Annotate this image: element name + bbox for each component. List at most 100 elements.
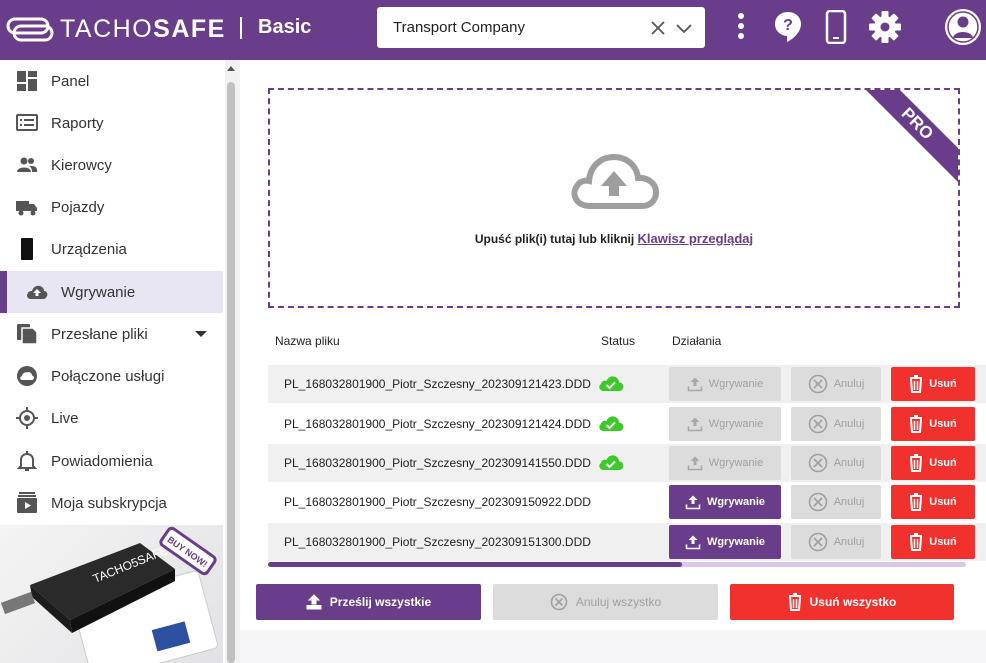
promo-image: TACHO5SAFE BUY NOW! <box>0 526 219 663</box>
delete-button[interactable]: Usuń <box>891 525 975 559</box>
phone-icon[interactable] <box>825 10 847 44</box>
brand-name: TACHOSAFE <box>60 15 226 44</box>
plan-label: Basic <box>258 16 312 38</box>
dropzone-instruction: Upuść plik(i) tutaj lub kliknij <box>474 232 635 246</box>
cancel-button-label: Anuluj <box>833 496 865 508</box>
sidebar-item-label: Urządzenia <box>51 241 127 258</box>
cancel-button[interactable]: Anuluj <box>791 407 881 441</box>
cancel-all-label: Anuluj wszystko <box>575 595 662 609</box>
upload-button[interactable]: Wgrywanie <box>669 525 781 559</box>
sidebar-scrollbar-thumb[interactable] <box>227 82 235 663</box>
upload-button-label: Wgrywanie <box>708 378 764 390</box>
sidebar-item-moja-subskrypcja[interactable]: Moja subskrypcja <box>0 482 223 524</box>
trash-icon <box>788 593 801 611</box>
delete-button[interactable]: Usuń <box>891 407 975 441</box>
table-horizontal-scrollbar-thumb[interactable] <box>268 562 682 567</box>
drivers-icon <box>17 157 38 172</box>
help-icon[interactable]: ? <box>773 10 803 44</box>
reports-icon <box>16 114 38 131</box>
pro-ribbon: PRO <box>862 90 958 186</box>
upload-button[interactable]: Wgrywanie <box>669 367 781 401</box>
upload-icon <box>687 456 703 471</box>
file-name: PL_168032801900_Piotr_Szczesny_202309141… <box>284 456 591 470</box>
cancel-button[interactable]: Anuluj <box>791 446 881 480</box>
sidebar-item-polaczone-uslugi[interactable]: Połączone usługi <box>0 355 223 397</box>
upload-button-label: Wgrywanie <box>708 457 764 469</box>
cancel-button[interactable]: Anuluj <box>791 525 881 559</box>
cancel-button[interactable]: Anuluj <box>791 485 881 519</box>
sidebar-item-live[interactable]: Live <box>0 397 223 439</box>
send-all-button[interactable]: Prześlij wszystkie <box>256 584 481 620</box>
column-header-status: Status <box>601 334 636 348</box>
cloud-upload-icon <box>571 153 660 209</box>
cancel-button[interactable]: Anuluj <box>791 367 881 401</box>
upload-button[interactable]: Wgrywanie <box>669 446 781 480</box>
sidebar-item-urzadzenia[interactable]: Urządzenia <box>0 228 223 270</box>
account-icon[interactable] <box>944 8 982 46</box>
chevron-down-icon[interactable] <box>195 331 207 337</box>
truck-icon <box>16 201 37 216</box>
clear-icon[interactable] <box>649 19 667 37</box>
upload-button[interactable]: Wgrywanie <box>669 485 781 519</box>
scroll-up-arrow-icon[interactable] <box>227 66 235 71</box>
cancel-circle-icon <box>808 414 828 434</box>
chevron-down-icon[interactable] <box>675 20 693 36</box>
location-icon <box>16 407 38 429</box>
sidebar-item-powiadomienia[interactable]: Powiadomienia <box>0 440 223 482</box>
file-name: PL_168032801900_Piotr_Szczesny_202309121… <box>284 377 591 391</box>
file-name: PL_168032801900_Piotr_Szczesny_202309150… <box>284 495 591 509</box>
upload-icon <box>687 377 703 392</box>
sidebar-item-panel[interactable]: Panel <box>0 60 223 102</box>
sidebar-item-label: Połączone usługi <box>51 368 165 385</box>
cancel-button-label: Anuluj <box>833 378 865 390</box>
promo-banner[interactable]: TACHO5SAFE BUY NOW! <box>0 525 223 663</box>
upload-button-label: Wgrywanie <box>706 536 766 548</box>
sidebar-item-przeslane-pliki[interactable]: Przesłane pliki <box>0 313 223 355</box>
delete-button-label: Usuń <box>929 378 957 390</box>
sidebar-item-label: Raporty <box>51 115 104 132</box>
browse-link[interactable]: Klawisz przeglądaj <box>638 231 754 246</box>
upload-icon <box>687 417 703 432</box>
upload-button[interactable]: Wgrywanie <box>669 407 781 441</box>
brand-divider <box>240 17 242 39</box>
delete-button[interactable]: Usuń <box>891 367 975 401</box>
settings-icon[interactable] <box>868 10 902 44</box>
delete-button-label: Usuń <box>929 418 957 430</box>
delete-button[interactable]: Usuń <box>891 485 975 519</box>
file-name: PL_168032801900_Piotr_Szczesny_202309121… <box>284 417 591 431</box>
brand-light: TACHO <box>60 15 154 43</box>
dashboard-icon <box>17 71 37 91</box>
table-row: PL_168032801900_Piotr_Szczesny_202309150… <box>268 483 986 521</box>
sidebar-item-label: Kierowcy <box>51 157 112 174</box>
active-indicator <box>0 271 7 313</box>
sidebar-item-raporty[interactable]: Raporty <box>0 102 223 144</box>
tachosafe-logo-icon <box>6 17 54 42</box>
sidebar-item-kierowcy[interactable]: Kierowcy <box>0 144 223 186</box>
sidebar-item-pojazdy[interactable]: Pojazdy <box>0 186 223 228</box>
sidebar-item-label: Live <box>51 410 79 427</box>
upload-button-label: Wgrywanie <box>708 418 764 430</box>
table-row: PL_168032801900_Piotr_Szczesny_202309151… <box>268 523 986 561</box>
main-footer-area <box>240 630 986 663</box>
more-vert-icon[interactable] <box>733 10 749 44</box>
table-row: PL_168032801900_Piotr_Szczesny_202309121… <box>268 405 986 443</box>
table-row: PL_168032801900_Piotr_Szczesny_202309141… <box>268 444 986 482</box>
sidebar-item-wgrywanie[interactable]: Wgrywanie <box>0 271 223 313</box>
cancel-circle-icon <box>550 593 568 611</box>
upload-success-icon <box>599 455 624 470</box>
trash-icon <box>910 493 923 511</box>
cancel-button-label: Anuluj <box>833 536 865 548</box>
upload-success-icon <box>599 376 624 391</box>
send-all-label: Prześlij wszystkie <box>329 595 432 609</box>
upload-button-label: Wgrywanie <box>706 496 766 508</box>
delete-button[interactable]: Usuń <box>891 446 975 480</box>
company-select[interactable]: Transport Company <box>377 7 705 48</box>
cancel-all-button[interactable]: Anuluj wszystko <box>493 584 718 620</box>
delete-all-button[interactable]: Usuń wszystko <box>730 584 954 620</box>
dropzone-text: Upuść plik(i) tutaj lub kliknij Klawisz … <box>268 231 960 246</box>
sidebar-item-label: Wgrywanie <box>61 284 136 301</box>
upload-success-icon <box>599 416 624 431</box>
delete-button-label: Usuń <box>929 496 957 508</box>
column-header-actions: Działania <box>672 334 722 348</box>
trash-icon <box>910 415 923 433</box>
